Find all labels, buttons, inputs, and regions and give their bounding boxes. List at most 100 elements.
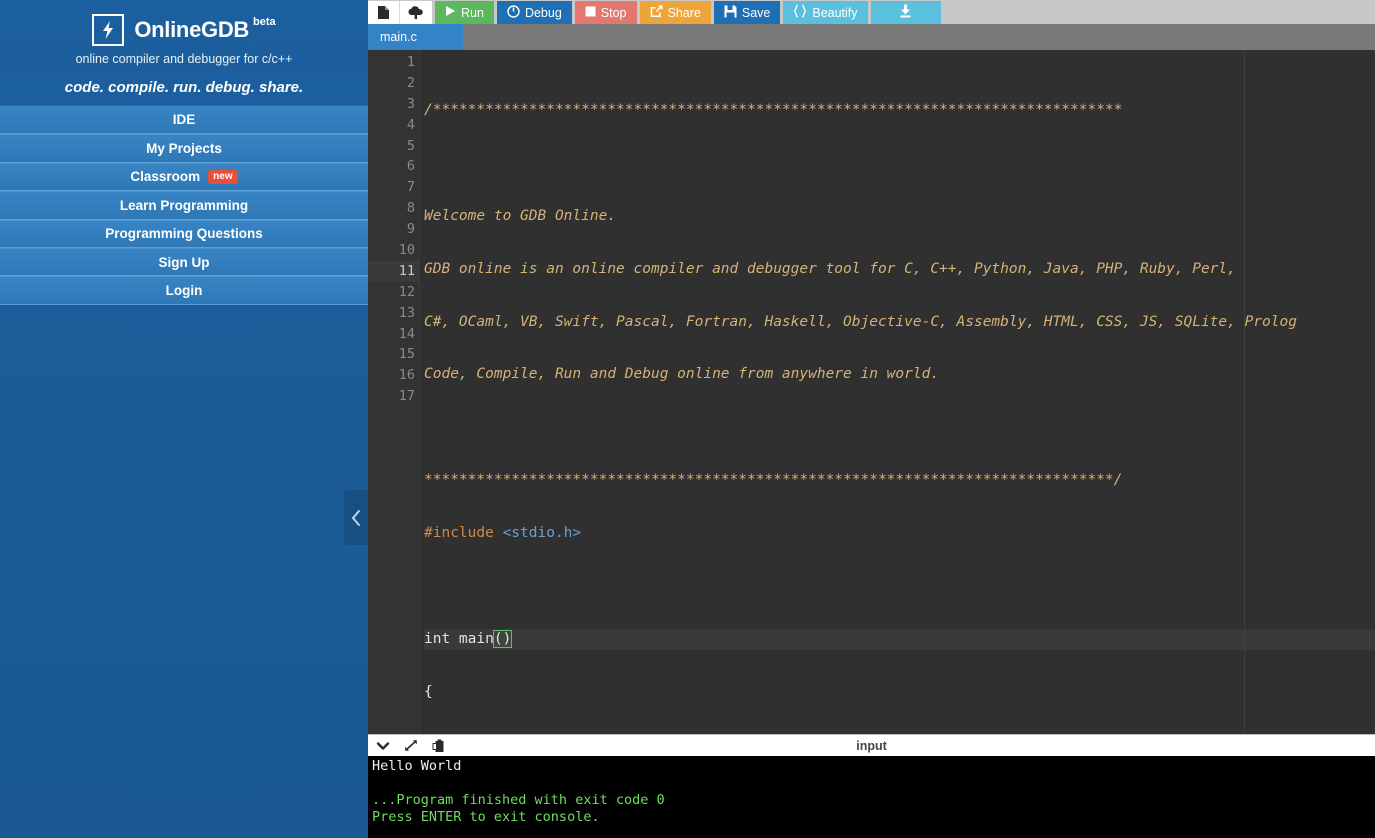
- console-toolbar: input: [368, 734, 1375, 756]
- new-file-icon[interactable]: [368, 1, 400, 24]
- line-number: 7: [406, 179, 415, 196]
- brand-header: OnlineGDB beta online compiler and debug…: [0, 0, 368, 70]
- code-token-comment: Welcome to GDB Online.: [424, 207, 617, 224]
- code-line: Welcome to GDB Online.: [424, 206, 1375, 227]
- sidebar-item-label: IDE: [172, 112, 196, 128]
- code-editor[interactable]: 1 2 3 4 5 6 7 8 9 10 11 12 13 14 15 16 1…: [368, 50, 1375, 734]
- download-button[interactable]: [870, 1, 941, 24]
- stop-button[interactable]: Stop: [574, 1, 637, 24]
- code-line: {: [424, 682, 1375, 703]
- share-button-label: Share: [667, 5, 701, 20]
- floppy-disk-icon: [724, 5, 737, 21]
- code-token-comment: ****************************************…: [424, 472, 1123, 489]
- line-number-gutter: 1 2 3 4 5 6 7 8 9 10 11 12 13 14 15 16 1…: [368, 50, 420, 734]
- sidebar-item-classroom[interactable]: Classroom new: [0, 162, 368, 192]
- debug-button-label: Debug: [524, 5, 562, 20]
- debug-circle-icon: [507, 4, 520, 21]
- lightning-bolt-icon: [92, 14, 125, 46]
- beautify-button-label: Beautify: [812, 5, 858, 20]
- code-token-matching-bracket: (): [492, 629, 513, 648]
- line-number: 8: [406, 200, 415, 217]
- brand-row: OnlineGDB beta: [92, 14, 276, 46]
- code-line: Code, Compile, Run and Debug online from…: [424, 364, 1375, 385]
- sidebar-item-ide[interactable]: IDE: [0, 106, 368, 135]
- line-number: 4: [406, 116, 415, 133]
- file-actions-group: [368, 1, 432, 24]
- sidebar-item-learn-programming[interactable]: Learn Programming: [0, 191, 368, 220]
- code-line: C#, OCaml, VB, Swift, Pascal, Fortran, H…: [424, 312, 1375, 333]
- code-token-comment: Code, Compile, Run and Debug online from…: [424, 366, 940, 383]
- editor-toolbar: Run Debug Stop Share Save Beautify: [368, 0, 1375, 24]
- sidebar-item-login[interactable]: Login: [0, 276, 368, 305]
- line-number: 1: [406, 54, 415, 70]
- code-content[interactable]: /***************************************…: [420, 50, 1375, 734]
- onlinegdb-ide: OnlineGDB beta online compiler and debug…: [0, 0, 1375, 838]
- upload-file-icon[interactable]: [400, 1, 432, 24]
- line-number: 16: [398, 367, 415, 384]
- play-icon: [445, 5, 456, 20]
- download-icon: [898, 4, 913, 21]
- chevron-down-icon[interactable]: [376, 740, 390, 752]
- sidebar-nav: IDE My Projects Classroom new Learn Prog…: [0, 106, 368, 305]
- stop-button-label: Stop: [600, 5, 627, 20]
- line-number: 10: [398, 242, 415, 259]
- code-token-comment: C#, OCaml, VB, Swift, Pascal, Fortran, H…: [424, 313, 1297, 330]
- curly-braces-icon: [793, 4, 807, 21]
- sidebar-item-label: My Projects: [146, 141, 222, 157]
- expand-arrows-icon[interactable]: [404, 739, 418, 752]
- sidebar-item-label: Programming Questions: [105, 226, 263, 242]
- brand-name: OnlineGDB: [134, 17, 249, 42]
- run-button[interactable]: Run: [435, 1, 494, 24]
- line-number: 17: [398, 388, 415, 405]
- stop-square-icon: [585, 6, 596, 20]
- sidebar-item-sign-up[interactable]: Sign Up: [0, 247, 368, 277]
- line-number: 5: [406, 137, 415, 154]
- beautify-button[interactable]: Beautify: [783, 1, 868, 24]
- share-icon: [650, 4, 663, 21]
- console-line: ...Program finished with exit code 0: [372, 792, 665, 808]
- line-number: 3: [406, 95, 415, 112]
- share-button[interactable]: Share: [639, 1, 711, 24]
- sidebar-item-label: Sign Up: [158, 254, 210, 270]
- clipboard-copy-icon[interactable]: [432, 739, 445, 753]
- code-line: GDB online is an online compiler and deb…: [424, 259, 1375, 280]
- sidebar-item-my-projects[interactable]: My Projects: [0, 134, 368, 163]
- code-token-comment: GDB online is an online compiler and deb…: [424, 260, 1236, 277]
- line-number: 2: [406, 74, 415, 91]
- code-line: /***************************************…: [424, 100, 1375, 121]
- code-line: ****************************************…: [424, 470, 1375, 491]
- run-button-label: Run: [461, 5, 484, 20]
- sidebar-item-label: Login: [165, 283, 203, 299]
- console-line: Hello World: [372, 758, 462, 774]
- tab-label: main.c: [380, 30, 417, 44]
- line-number: 14: [398, 325, 415, 342]
- sidebar-item-label: Classroom: [130, 169, 201, 185]
- line-number: 6: [406, 158, 415, 175]
- save-button[interactable]: Save: [713, 1, 781, 24]
- console-output[interactable]: Hello World ...Program finished with exi…: [368, 756, 1375, 838]
- console-input-label: input: [856, 738, 887, 753]
- code-token-preprocessor: #include: [424, 525, 494, 542]
- code-line: #include <stdio.h>: [424, 523, 1375, 544]
- sidebar-item-programming-questions[interactable]: Programming Questions: [0, 219, 368, 248]
- sidebar: OnlineGDB beta online compiler and debug…: [0, 0, 368, 838]
- code-token-comment: /***************************************…: [424, 102, 1123, 118]
- console-line: Press ENTER to exit console.: [372, 809, 600, 825]
- sidebar-collapse-handle[interactable]: [344, 490, 368, 545]
- chevron-left-icon: [350, 508, 362, 528]
- debug-button[interactable]: Debug: [496, 1, 572, 24]
- code-token-plain: {: [424, 683, 433, 700]
- brand-subtitle: online compiler and debugger for c/c++: [75, 52, 293, 66]
- line-number: 12: [398, 283, 415, 300]
- line-number: 9: [406, 221, 415, 238]
- main-pane: Run Debug Stop Share Save Beautify main.…: [368, 0, 1375, 838]
- save-button-label: Save: [741, 5, 771, 20]
- line-number: 11: [368, 260, 419, 282]
- code-line: int main(): [424, 628, 1375, 650]
- file-tab-bar: main.c: [368, 24, 1375, 50]
- code-token-plain: int main: [424, 630, 494, 647]
- tab-main-c[interactable]: main.c: [368, 24, 463, 50]
